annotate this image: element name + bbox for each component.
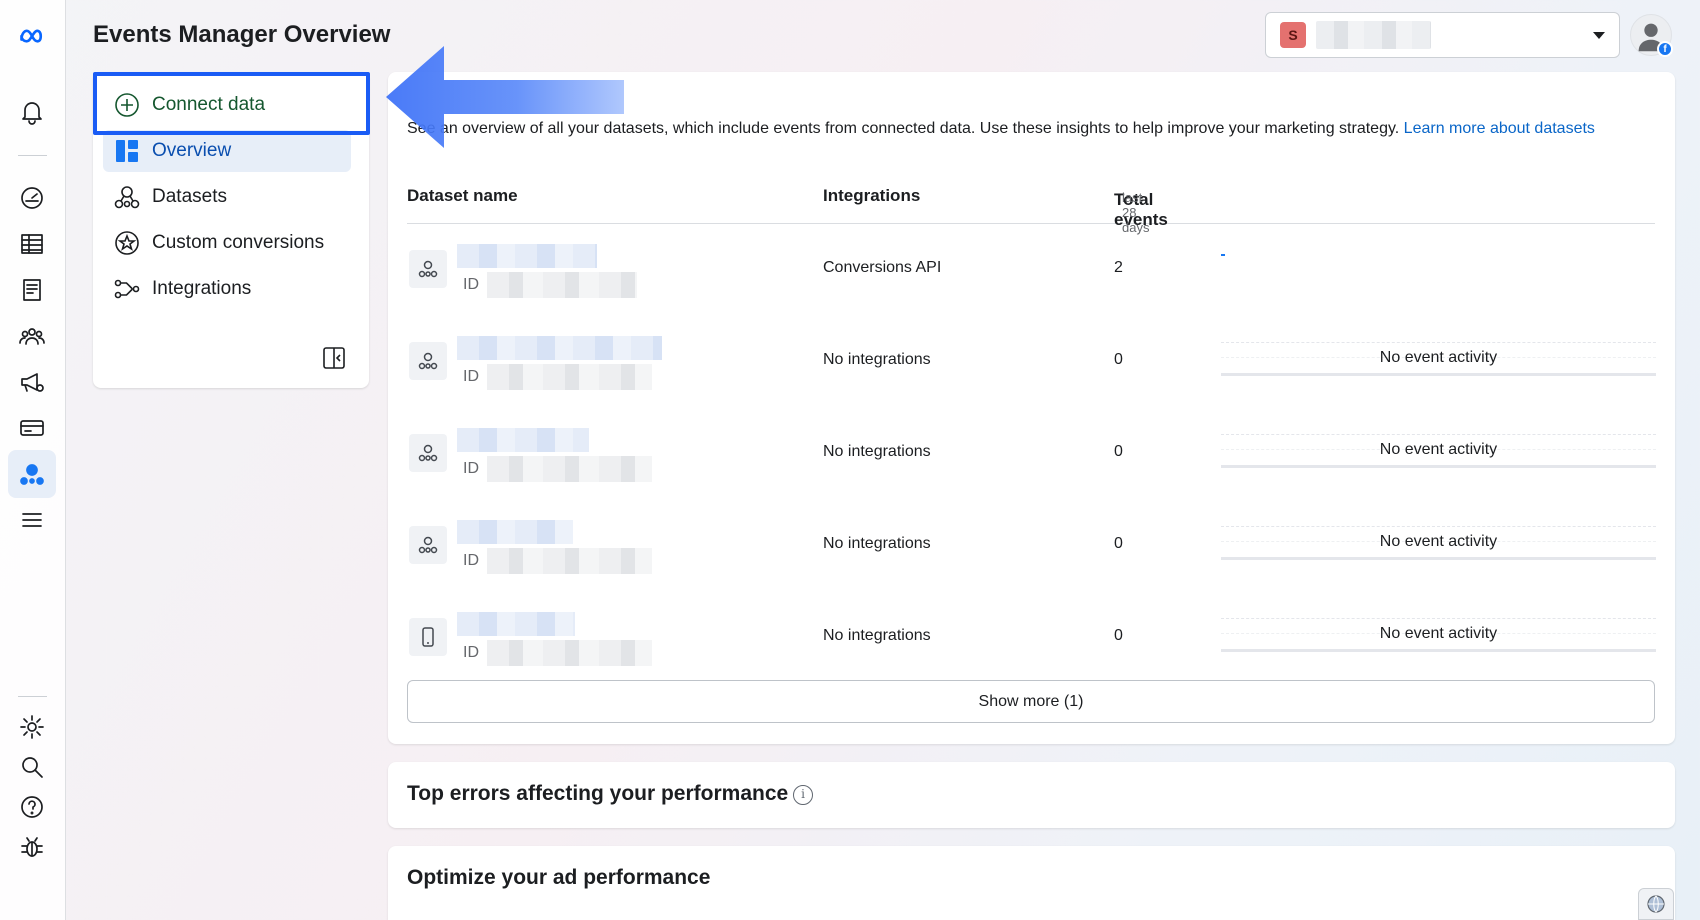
no-event-activity-label: No event activity [1379,441,1498,458]
billing-card-icon[interactable] [8,404,56,452]
nav-item-integrations-label: Integrations [152,278,252,299]
event-activity-sparkline: No event activity [1221,434,1656,468]
optimize-title: Optimize your ad performance [407,866,711,889]
table-row[interactable]: ID No integrations 0 No event activity [407,592,1656,684]
account-name-redacted [1316,21,1431,49]
info-icon[interactable]: i [793,785,813,805]
dataset-icon [114,186,140,209]
account-badge: S [1280,22,1306,48]
row-integration: No integrations [823,351,931,368]
optimize-performance-card[interactable]: Optimize your ad performance [388,846,1675,920]
collapse-panel-icon[interactable] [321,345,347,371]
dataset-name-redacted[interactable] [457,428,589,452]
table-row[interactable]: ID Conversions API 2 [407,224,1655,316]
dataset-icon [409,250,447,288]
star-badge-icon [115,231,139,255]
dataset-id-label: ID [463,368,479,385]
col-dataset-name[interactable]: Dataset name [407,186,518,206]
dataset-id-redacted [487,640,652,666]
rail-divider-bottom [18,696,47,697]
row-total-events: 0 [1114,351,1123,368]
table-header: Dataset name Integrations Total events la… [407,182,1655,235]
row-integration: No integrations [823,535,931,552]
show-more-button[interactable]: Show more (1) [407,680,1655,723]
pages-icon[interactable] [8,266,56,314]
row-total-events: 0 [1114,443,1123,460]
nav-item-overview[interactable]: Overview [103,130,351,172]
nav-item-datasets-label: Datasets [152,186,227,207]
no-event-activity-label: No event activity [1379,349,1498,366]
nav-item-datasets[interactable]: Datasets [103,176,351,218]
account-selector[interactable]: S [1265,12,1620,58]
top-errors-card[interactable]: Top errors affecting your performance i [388,762,1675,828]
integrations-icon [114,279,140,299]
top-errors-title: Top errors affecting your performance [407,782,789,805]
row-total-events: 0 [1114,535,1123,552]
dataset-name-redacted[interactable] [457,244,597,268]
facebook-badge-icon: f [1657,41,1673,57]
pointer-arrow-icon [386,46,624,148]
table-row[interactable]: ID No integrations 0 No event activity [407,316,1656,408]
event-activity-sparkline: No event activity [1221,526,1656,560]
page-title: Events Manager Overview [93,21,391,48]
nav-item-integrations[interactable]: Integrations [103,268,351,310]
dataset-icon [409,526,447,564]
ads-megaphone-icon[interactable] [8,358,56,406]
dataset-name-redacted[interactable] [457,520,573,544]
row-integration: No integrations [823,443,931,460]
rail-divider [18,155,47,156]
dataset-id-redacted [487,364,652,390]
no-event-activity-label: No event activity [1379,533,1498,550]
dataset-name-redacted[interactable] [457,612,575,636]
dataset-id-redacted [487,272,637,298]
row-integration: No integrations [823,627,931,644]
nav-item-overview-label: Overview [152,140,232,161]
chevron-down-icon [1593,32,1605,39]
bell-icon[interactable] [8,88,56,136]
dataset-id-label: ID [463,460,479,477]
dataset-id-label: ID [463,644,479,661]
datasets-overview-card: See an overview of all your datasets, wh… [388,72,1675,744]
mobile-app-icon [409,618,447,656]
nav-item-custom-conversions[interactable]: Custom conversions [103,222,351,264]
table-row[interactable]: ID No integrations 0 No event activity [407,500,1656,592]
bug-icon[interactable] [8,823,56,871]
dashboard-gauge-icon[interactable] [8,174,56,222]
dataset-icon [409,342,447,380]
events-manager-icon[interactable] [8,450,56,498]
event-activity-sparkline [1221,254,1225,256]
globe-icon[interactable] [1638,888,1674,920]
dataset-id-redacted [487,456,652,482]
overview-grid-icon [116,140,138,162]
dataset-id-redacted [487,548,652,574]
row-total-events: 0 [1114,627,1123,644]
avatar[interactable]: f [1630,14,1673,57]
menu-icon[interactable] [8,496,56,544]
event-activity-sparkline: No event activity [1221,618,1656,652]
dataset-icon [409,434,447,472]
meta-logo-icon[interactable] [8,12,56,60]
dataset-id-label: ID [463,552,479,569]
row-integration: Conversions API [823,259,942,276]
event-activity-sparkline: No event activity [1221,342,1656,376]
dataset-name-redacted[interactable] [457,336,662,360]
table-grid-icon[interactable] [8,220,56,268]
nav-item-custom-conversions-label: Custom conversions [152,232,325,253]
col-integrations[interactable]: Integrations [823,186,920,206]
connect-data-highlight [93,72,370,135]
table-row[interactable]: ID No integrations 0 No event activity [407,408,1656,500]
row-total-events: 2 [1114,259,1123,276]
left-rail [0,0,66,920]
audience-icon[interactable] [8,312,56,360]
learn-more-link[interactable]: Learn more about datasets [1404,120,1595,137]
dataset-id-label: ID [463,276,479,293]
no-event-activity-label: No event activity [1379,625,1498,642]
